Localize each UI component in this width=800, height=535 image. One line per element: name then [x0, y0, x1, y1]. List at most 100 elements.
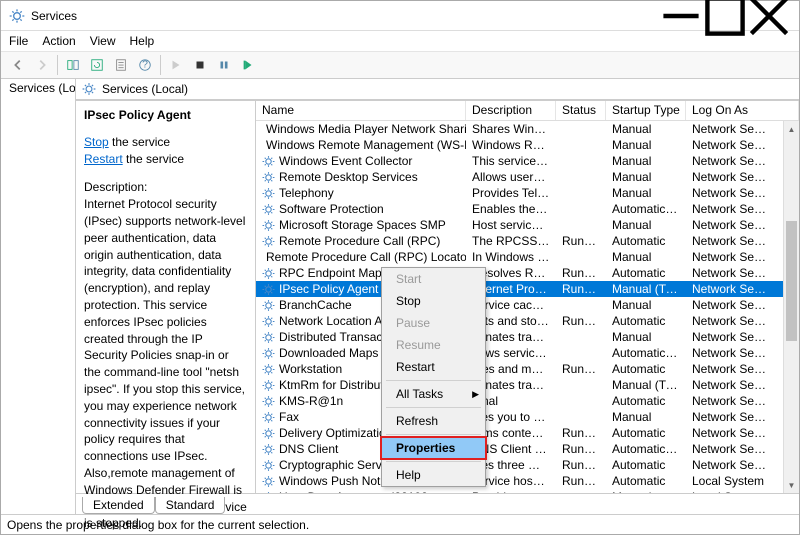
menu-file[interactable]: File [9, 34, 28, 48]
help-button[interactable]: ? [134, 54, 156, 76]
forward-button[interactable] [31, 54, 53, 76]
service-row[interactable]: DNS ClientDNS Client …RunningAutomatic (… [256, 441, 799, 457]
cell-status: Running [556, 442, 606, 456]
statusbar-text: Opens the properties dialog box for the … [7, 518, 309, 532]
vertical-scrollbar[interactable]: ▲ ▼ [783, 121, 799, 493]
cell-description: The RPCSS servi… [466, 234, 556, 248]
refresh-button[interactable] [86, 54, 108, 76]
restart-link[interactable]: Restart [84, 152, 123, 166]
stop-link[interactable]: Stop [84, 135, 109, 149]
minimize-button[interactable] [659, 2, 703, 30]
submenu-arrow-icon: ▶ [472, 389, 479, 400]
stop-service-button[interactable] [189, 54, 211, 76]
column-description[interactable]: Description [466, 101, 556, 120]
scroll-thumb[interactable] [786, 221, 797, 341]
menu-item-refresh[interactable]: Refresh [382, 410, 485, 432]
menu-separator [386, 380, 481, 381]
service-row[interactable]: Remote Procedure Call (RPC) LocatorIn Wi… [256, 249, 799, 265]
cell-name: Remote Procedure Call (RPC) Locator [256, 250, 466, 264]
cell-name: Windows Remote Management (WS-Mana… [256, 138, 466, 152]
column-logon[interactable]: Log On As [686, 101, 799, 120]
menu-action[interactable]: Action [42, 34, 75, 48]
service-row[interactable]: Windows Push Notificservice hos…RunningA… [256, 473, 799, 489]
service-row[interactable]: Windows Media Player Network Sharing S…S… [256, 121, 799, 137]
list-header-title: Services (Local) [102, 82, 188, 96]
cell-startup: Automatic [606, 314, 686, 328]
cell-name: Telephony [256, 186, 466, 200]
tree-item-services-local[interactable]: Services (Local [5, 81, 71, 95]
service-row[interactable]: KtmRm for Distributedrdinates tra…Manual… [256, 377, 799, 393]
service-row[interactable]: Downloaded Maps Madows servic…Automatic … [256, 345, 799, 361]
service-row[interactable]: Windows Remote Management (WS-Mana…Windo… [256, 137, 799, 153]
back-button[interactable] [7, 54, 29, 76]
svg-text:?: ? [142, 59, 148, 71]
menu-item-all-tasks[interactable]: All Tasks▶ [382, 383, 485, 405]
service-row[interactable]: Remote Procedure Call (RPC)The RPCSS ser… [256, 233, 799, 249]
column-headers: Name Description Status Startup Type Log… [256, 101, 799, 121]
cell-name: Software Protection [256, 202, 466, 216]
start-service-button[interactable] [165, 54, 187, 76]
column-name[interactable]: Name [256, 101, 466, 120]
cell-description: This service ma… [466, 154, 556, 168]
restart-service-button[interactable] [237, 54, 259, 76]
menu-item-restart[interactable]: Restart [382, 356, 485, 378]
menu-item-stop[interactable]: Stop [382, 290, 485, 312]
scroll-up-button[interactable]: ▲ [784, 121, 799, 137]
scroll-down-button[interactable]: ▼ [784, 477, 799, 493]
cell-description: Enables the do… [466, 202, 556, 216]
service-row[interactable]: User Data Access_ed28102Provides apps a…… [256, 489, 799, 493]
cell-startup: Manual [606, 138, 686, 152]
cell-startup: Automatic [606, 474, 686, 488]
menu-separator [386, 461, 481, 462]
menu-view[interactable]: View [90, 34, 116, 48]
menu-separator [386, 434, 481, 435]
column-startup[interactable]: Startup Type [606, 101, 686, 120]
cell-status: Running [556, 362, 606, 376]
cell-status: Running [556, 474, 606, 488]
cell-startup: Manual [606, 410, 686, 424]
services-icon [9, 8, 25, 24]
service-row[interactable]: Delivery Optimizationorms conte…RunningA… [256, 425, 799, 441]
service-row[interactable]: Workstationates and ma…RunningAutomaticN… [256, 361, 799, 377]
menu-separator [386, 407, 481, 408]
cell-description: Provides Teleph… [466, 186, 556, 200]
cell-status: Running [556, 458, 606, 472]
export-button[interactable] [110, 54, 132, 76]
description-label: Description: [84, 179, 247, 196]
service-row[interactable]: KMS-R@1nFinalAutomaticNetwork Se… [256, 393, 799, 409]
service-row[interactable]: BranchCacheservice cac…ManualNetwork Se… [256, 297, 799, 313]
cell-startup: Automatic (De… [606, 346, 686, 360]
show-hide-tree-button[interactable] [62, 54, 84, 76]
cell-startup: Automatic [606, 362, 686, 376]
cell-startup: Manual [606, 490, 686, 493]
service-row[interactable]: Remote Desktop ServicesAllows users to …… [256, 169, 799, 185]
service-row[interactable]: Windows Event CollectorThis service ma…M… [256, 153, 799, 169]
service-row[interactable]: Faxples you to …ManualNetwork Se… [256, 409, 799, 425]
cell-startup: Manual [606, 154, 686, 168]
cell-description: In Windows 200… [466, 250, 556, 264]
service-row[interactable]: Microsoft Storage Spaces SMPHost service… [256, 217, 799, 233]
service-row[interactable]: TelephonyProvides Teleph…ManualNetwork S… [256, 185, 799, 201]
service-row[interactable]: Cryptographic Serviceides three …Running… [256, 457, 799, 473]
menu-item-help[interactable]: Help [382, 464, 485, 486]
gear-icon [82, 82, 96, 96]
maximize-button[interactable] [703, 2, 747, 30]
service-row[interactable]: IPsec Policy AgentInternet Protoc…Runnin… [256, 281, 799, 297]
cell-startup: Manual [606, 186, 686, 200]
services-list[interactable]: Name Description Status Startup Type Log… [256, 101, 799, 493]
close-button[interactable] [747, 2, 791, 30]
service-row[interactable]: RPC Endpoint MapperResolves RPC in…Runni… [256, 265, 799, 281]
service-row[interactable]: Distributed Transactiordinates tra…Manua… [256, 329, 799, 345]
service-row[interactable]: Software ProtectionEnables the do…Automa… [256, 201, 799, 217]
tab-extended[interactable]: Extended [82, 497, 155, 514]
menu-item-properties[interactable]: Properties [382, 437, 485, 459]
pause-service-button[interactable] [213, 54, 235, 76]
column-status[interactable]: Status [556, 101, 606, 120]
console-tree[interactable]: Services (Local [1, 79, 76, 514]
cell-description: Allows users to … [466, 170, 556, 184]
cell-status: Running [556, 426, 606, 440]
cell-startup: Automatic [606, 458, 686, 472]
menu-help[interactable]: Help [130, 34, 155, 48]
tab-standard[interactable]: Standard [155, 497, 226, 514]
service-row[interactable]: Network Location Awaects and sto…Running… [256, 313, 799, 329]
